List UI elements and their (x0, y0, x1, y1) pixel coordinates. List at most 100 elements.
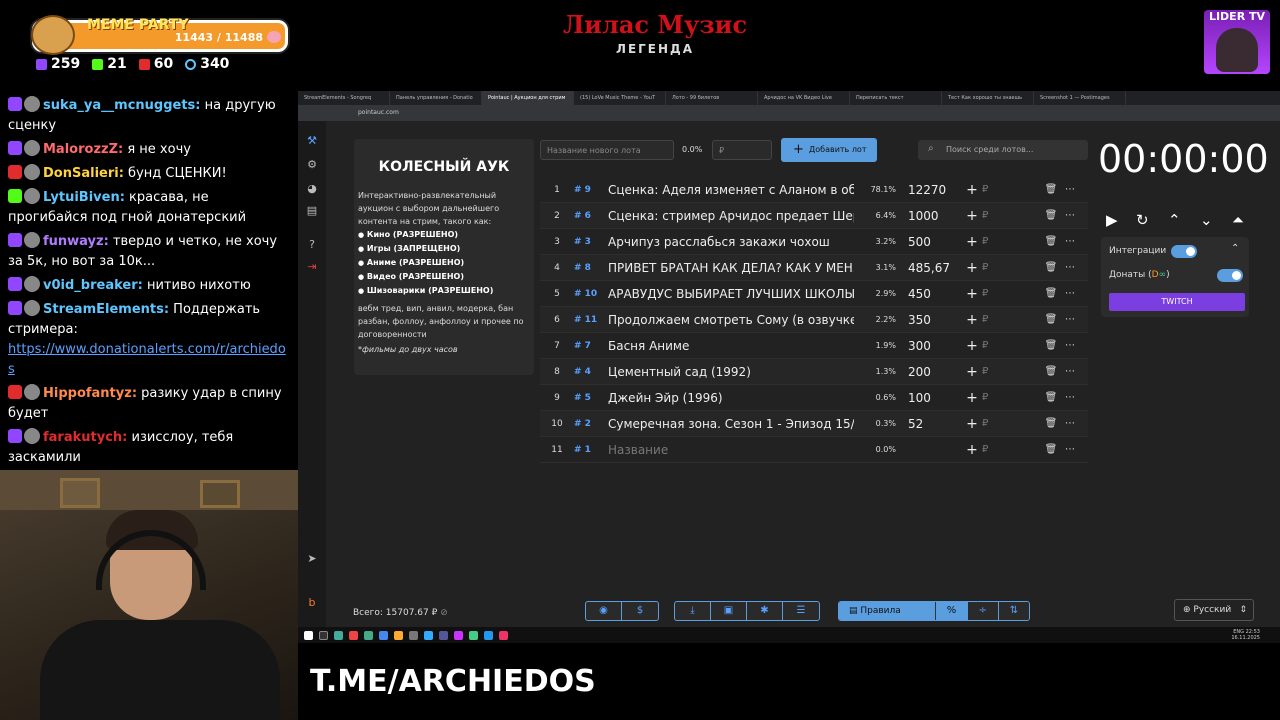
eye-off-icon[interactable]: ⊘ (440, 608, 448, 618)
lot-name[interactable]: Басня Аниме (608, 339, 854, 353)
trash-icon[interactable]: 🗑 (1042, 210, 1060, 221)
trash-icon[interactable]: 🗑 (1042, 392, 1060, 403)
add-amount-input[interactable]: ₽ (982, 288, 1042, 299)
browser-tab[interactable]: (15) LoVe Music Theme - YouT (574, 91, 666, 105)
add-lot-button[interactable]: + Добавить лот (781, 138, 877, 162)
more-icon[interactable]: ⋯ (1060, 184, 1080, 195)
add-amount-input[interactable]: ₽ (982, 392, 1042, 403)
app-icon-3[interactable] (379, 630, 388, 640)
lot-id[interactable]: # 8 (574, 263, 608, 273)
lot-id[interactable]: # 2 (574, 419, 608, 429)
add-amount-icon[interactable]: + (962, 260, 982, 276)
logout-icon[interactable]: ⇥ (306, 261, 318, 273)
more-icon[interactable]: ⋯ (1060, 314, 1080, 325)
more-icon[interactable]: ⋯ (1060, 366, 1080, 377)
search-taskbar-icon[interactable] (319, 630, 328, 640)
trash-icon[interactable]: 🗑 (1042, 340, 1060, 351)
new-lot-input[interactable]: Название нового лота (540, 140, 674, 160)
add-amount-input[interactable]: ₽ (982, 418, 1042, 429)
chat-username[interactable]: DonSalieri: (43, 166, 124, 181)
add-amount-input[interactable]: ₽ (982, 236, 1042, 247)
more-icon[interactable]: ⋯ (1060, 262, 1080, 273)
lot-id[interactable]: # 9 (574, 185, 608, 195)
hammer-icon[interactable]: ⚒ (306, 135, 318, 147)
lot-amount[interactable]: 200 (904, 365, 962, 379)
chat-username[interactable]: Hippofantyz: (43, 386, 137, 401)
lot-id[interactable]: # 1 (574, 445, 608, 455)
more-icon[interactable]: ⋯ (1060, 418, 1080, 429)
play-icon[interactable]: ▶ (1106, 211, 1118, 229)
rules-button[interactable]: ▤ Правила (839, 602, 936, 620)
add-amount-icon[interactable]: + (962, 312, 982, 328)
chat-username[interactable]: farakutych: (43, 430, 127, 445)
lot-name[interactable]: АРАВУДУС ВЫБИРАЕТ ЛУЧШИХ ШКОЛЫ (608, 287, 854, 301)
chat-username[interactable]: LytuiBiven: (43, 190, 125, 205)
lot-id[interactable]: # 4 (574, 367, 608, 377)
trash-icon[interactable]: 🗑 (1042, 184, 1060, 195)
lot-name[interactable]: Сценка: стример Арчидос предает Шерха (608, 209, 854, 223)
add-amount-icon[interactable]: + (962, 182, 982, 198)
app-icon-2[interactable] (349, 630, 358, 640)
chat-username[interactable]: suka_ya__mcnuggets: (43, 98, 201, 113)
add-amount-input[interactable]: ₽ (982, 444, 1042, 455)
browser-tab[interactable]: Переписать текст (850, 91, 942, 105)
browser-tab[interactable]: Лото - 99 билетов (666, 91, 758, 105)
lot-name[interactable]: ПРИВЕТ БРАТАН КАК ДЕЛА? КАК У МЕНЯ (608, 261, 854, 275)
app-icon-5[interactable] (409, 630, 418, 640)
lot-amount[interactable]: 12270 (904, 183, 962, 197)
lot-id[interactable]: # 5 (574, 393, 608, 403)
add-amount-input[interactable]: ₽ (982, 314, 1042, 325)
more-icon[interactable]: ⋯ (1060, 288, 1080, 299)
app-icon-7[interactable] (439, 630, 448, 640)
lot-name[interactable]: Сценка: Аделя изменяет с Аланом в обра (608, 183, 854, 197)
lot-amount[interactable]: 500 (904, 235, 962, 249)
windows-start-icon[interactable] (304, 630, 313, 640)
chevron-up-icon[interactable]: ⌃ (1168, 211, 1181, 229)
browser-tab[interactable]: Screenshot 1 — Postimages (1034, 91, 1126, 105)
more-icon[interactable]: ⋯ (1060, 340, 1080, 351)
search-lots-input[interactable]: ⌕ Поиск среди лотов... (918, 140, 1088, 160)
clipboard-icon[interactable]: ▤ (306, 205, 318, 217)
twitch-button[interactable]: TWITCH (1109, 293, 1245, 311)
trash-icon[interactable]: 🗑 (1042, 236, 1060, 247)
chat-username[interactable]: StreamElements: (43, 302, 169, 317)
lot-id[interactable]: # 10 (574, 289, 608, 299)
add-amount-input[interactable]: ₽ (982, 184, 1042, 195)
chat-username[interactable]: funwayz: (43, 234, 109, 249)
telegram-icon[interactable]: ➤ (306, 553, 318, 565)
add-amount-icon[interactable]: + (962, 390, 982, 406)
gear-icon[interactable]: ⚙ (306, 159, 318, 171)
chrome-icon[interactable] (364, 630, 373, 640)
chevron-down-icon[interactable]: ⌄ (1200, 211, 1213, 229)
app-icon-8[interactable] (454, 630, 463, 640)
donations-toggle[interactable] (1217, 269, 1243, 282)
lot-amount[interactable]: 1000 (904, 209, 962, 223)
app-icon-1[interactable] (334, 630, 343, 640)
lot-id[interactable]: # 3 (574, 237, 608, 247)
add-amount-input[interactable]: ₽ (982, 262, 1042, 273)
github-icon[interactable]: ◉ (586, 602, 622, 620)
more-icon[interactable]: ⋯ (1060, 236, 1080, 247)
lot-amount[interactable]: 485,67 (904, 261, 962, 275)
add-amount-icon[interactable]: + (962, 234, 982, 250)
browser-tab[interactable]: Панель управления - Donatio (390, 91, 482, 105)
save-icon[interactable]: ▣ (711, 602, 747, 620)
address-bar[interactable]: pointauc.com (298, 105, 1280, 121)
trash-icon[interactable]: 🗑 (1042, 444, 1060, 455)
trash-icon[interactable]: 🗑 (1042, 262, 1060, 273)
download-icon[interactable]: ⤓ (675, 602, 711, 620)
language-select[interactable]: ⊕ Русский ⇕ (1174, 599, 1254, 621)
integrations-toggle[interactable] (1171, 245, 1197, 258)
lot-id[interactable]: # 6 (574, 211, 608, 221)
lot-name[interactable]: Цементный сад (1992) (608, 365, 854, 379)
browser-tab[interactable]: Pointauc | Аукцион для стрим (482, 91, 574, 105)
lot-id[interactable]: # 7 (574, 341, 608, 351)
app-icon-4[interactable] (394, 630, 403, 640)
lot-name[interactable]: Название (608, 443, 854, 457)
browser-tab[interactable]: Тест Как хорошо ты знаешь (942, 91, 1034, 105)
lot-amount[interactable]: 300 (904, 339, 962, 353)
trash-icon[interactable]: 🗑 (1042, 314, 1060, 325)
sort-icon[interactable]: ⇅ (997, 602, 1029, 620)
lot-amount[interactable]: 100 (904, 391, 962, 405)
percent-icon[interactable]: % (935, 602, 967, 620)
